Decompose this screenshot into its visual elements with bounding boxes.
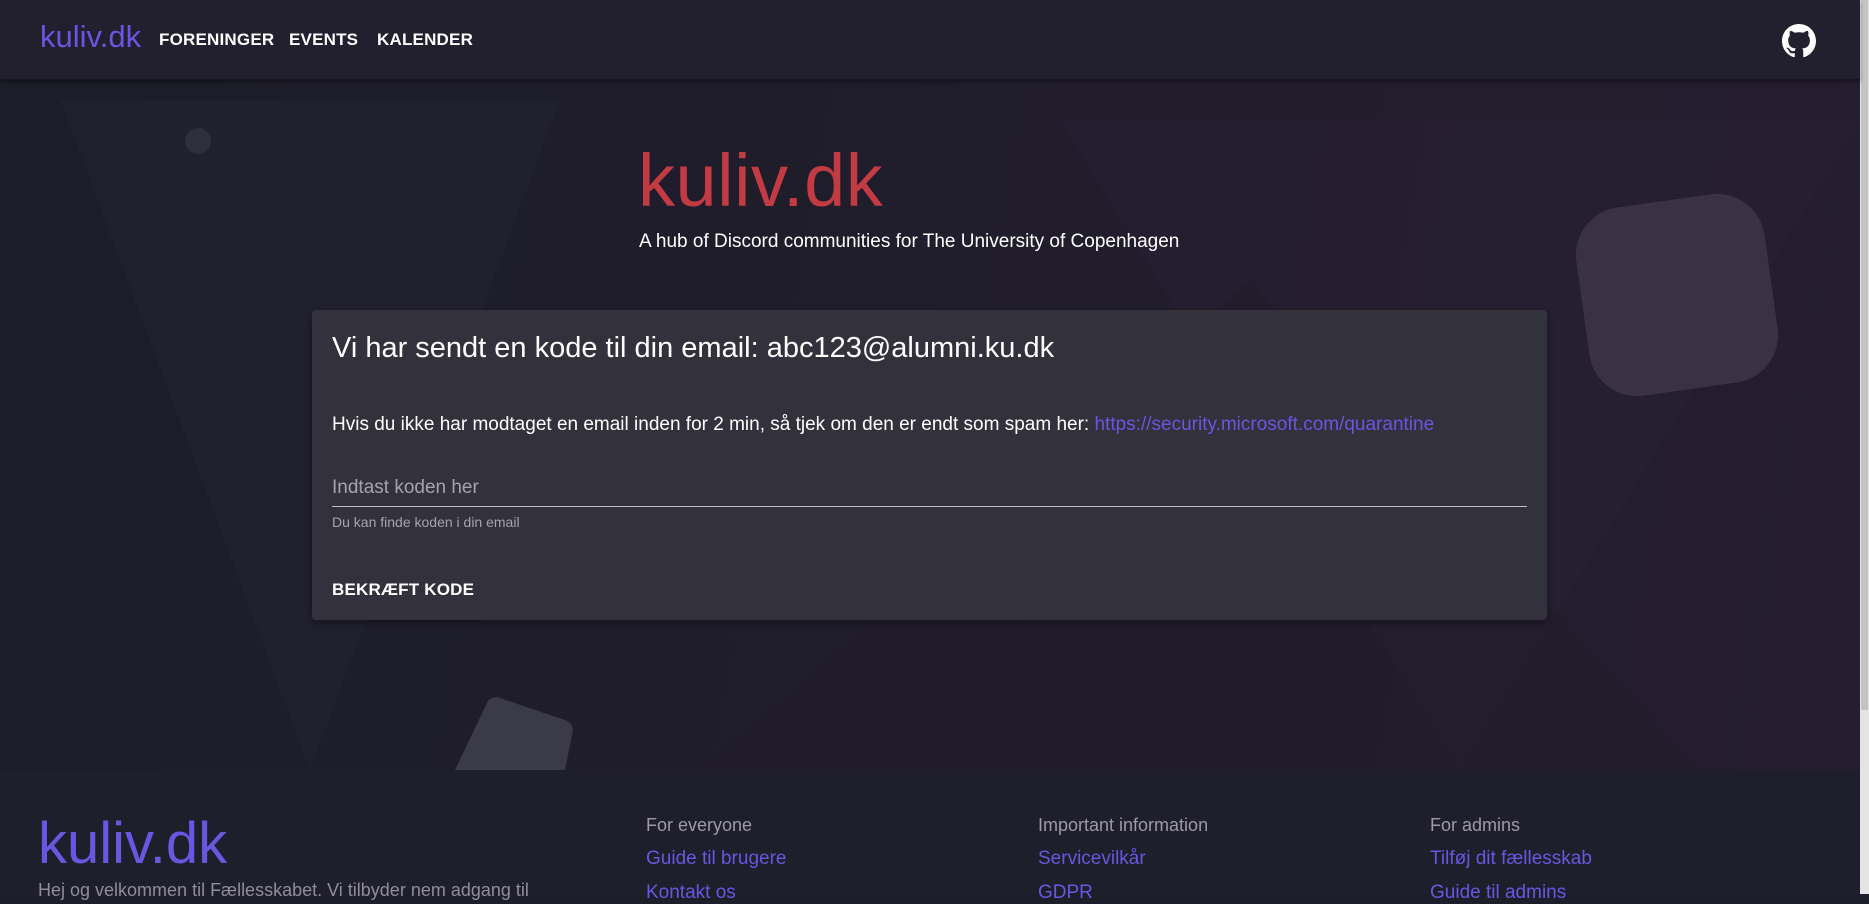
top-navbar: kuliv.dk FORENINGER EVENTS KALENDER [0,0,1860,80]
footer-heading-everyone: For everyone [646,815,753,835]
quarantine-link[interactable]: https://security.microsoft.com/quarantin… [1094,414,1434,435]
verification-title: Vi har sendt en kode til din email: abc1… [332,332,1055,364]
code-input-hint: Du kan finde koden i din email [332,514,520,530]
github-icon[interactable] [1782,24,1816,58]
footer-link-admin-guide[interactable]: Guide til admins [1430,882,1566,904]
scrollbar-thumb[interactable] [1861,0,1868,710]
footer-link-contact[interactable]: Kontakt os [646,882,736,904]
footer-link-gdpr[interactable]: GDPR [1038,882,1093,904]
code-input[interactable] [332,470,1527,507]
page-subtitle: A hub of Discord communities for The Uni… [639,231,1180,252]
footer-link-add-community[interactable]: Tilføj dit fællesskab [1430,848,1592,870]
brand-logo-link[interactable]: kuliv.dk [40,19,141,55]
spam-info-text: Hvis du ikke har modtaget en email inden… [332,414,1434,436]
spam-info-label: Hvis du ikke har modtaget en email inden… [332,414,1095,435]
confirm-code-button[interactable]: BEKRÆFT KODE [324,572,482,608]
footer: kuliv.dk Hej og velkommen til Fællesskab… [0,770,1860,903]
page-title: kuliv.dk [638,139,884,222]
footer-heading-important: Important information [1038,815,1209,835]
verification-card: Vi har sendt en kode til din email: abc1… [312,310,1547,620]
hero-section: kuliv.dk A hub of Discord communities fo… [0,80,1860,770]
footer-description: Hej og velkommen til Fællesskabet. Vi ti… [38,880,529,900]
footer-heading-admins: For admins [1430,815,1521,835]
nav-kalender[interactable]: KALENDER [377,30,473,50]
nav-events[interactable]: EVENTS [289,30,358,50]
footer-brand: kuliv.dk [38,811,228,876]
footer-link-user-guide[interactable]: Guide til brugere [646,848,786,870]
footer-link-terms[interactable]: Servicevilkår [1038,848,1146,870]
nav-foreninger[interactable]: FORENINGER [159,30,274,50]
page-scrollbar[interactable] [1860,0,1869,894]
